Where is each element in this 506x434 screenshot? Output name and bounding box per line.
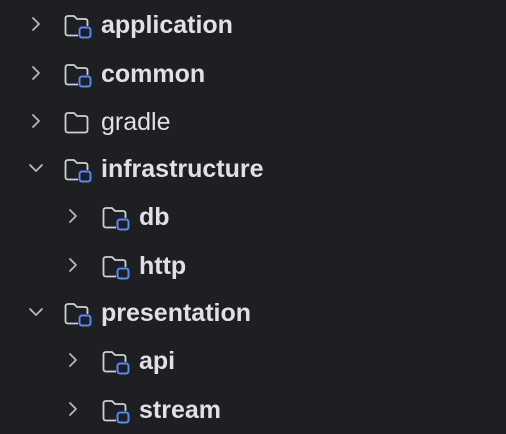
tree-item-label: http: [139, 252, 187, 280]
tree-item-label: gradle: [101, 108, 171, 136]
tree-item-gradle[interactable]: gradle: [0, 99, 506, 143]
chevron-right-icon[interactable]: [28, 113, 44, 129]
tree-item-stream[interactable]: stream: [0, 387, 506, 431]
module-folder-icon: [101, 254, 131, 280]
tree-item-label: infrastructure: [101, 155, 264, 183]
module-folder-icon: [63, 62, 93, 88]
module-folder-icon: [101, 349, 131, 375]
tree-item-common[interactable]: common: [0, 51, 506, 95]
chevron-down-icon[interactable]: [28, 304, 44, 320]
chevron-right-icon[interactable]: [28, 16, 44, 32]
tree-item-presentation[interactable]: presentation: [0, 290, 506, 334]
chevron-right-icon[interactable]: [65, 208, 81, 224]
tree-item-application[interactable]: application: [0, 2, 506, 46]
module-folder-icon: [63, 157, 93, 183]
module-folder-icon: [63, 13, 93, 39]
tree-item-label: common: [101, 60, 206, 88]
chevron-right-icon[interactable]: [28, 65, 44, 81]
folder-icon: [63, 110, 93, 136]
tree-item-label: presentation: [101, 299, 252, 327]
chevron-right-icon[interactable]: [65, 257, 81, 273]
tree-item-db[interactable]: db: [0, 194, 506, 238]
chevron-right-icon[interactable]: [65, 352, 81, 368]
module-folder-icon: [101, 398, 131, 424]
tree-item-api[interactable]: api: [0, 338, 506, 382]
tree-item-infrastructure[interactable]: infrastructure: [0, 146, 506, 190]
chevron-right-icon[interactable]: [65, 401, 81, 417]
tree-item-label: api: [139, 347, 176, 375]
tree-item-label: application: [101, 11, 233, 39]
chevron-down-icon[interactable]: [28, 160, 44, 176]
tree-item-label: stream: [139, 396, 221, 424]
module-folder-icon: [63, 301, 93, 327]
tree-item-label: db: [139, 203, 170, 231]
module-folder-icon: [101, 205, 131, 231]
project-tree: application common gradle infrastructure…: [0, 0, 506, 434]
tree-item-http[interactable]: http: [0, 243, 506, 287]
